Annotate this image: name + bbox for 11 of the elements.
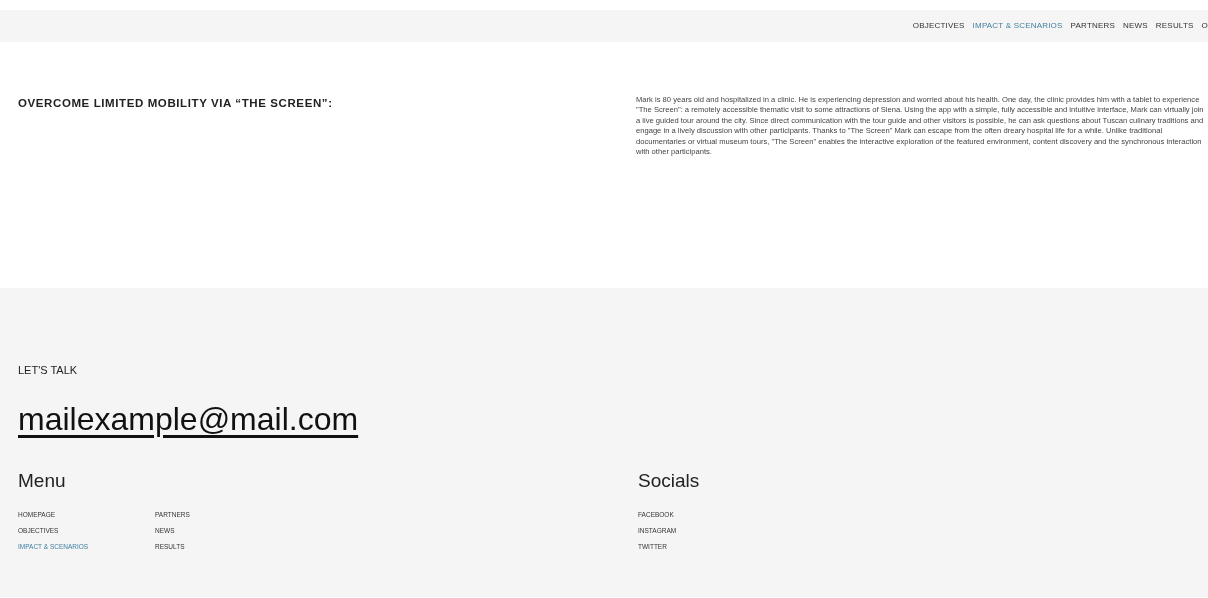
email-link[interactable]: mailexample@mail.com xyxy=(18,394,359,443)
menu-heading: Menu xyxy=(18,468,67,493)
socials-heading: Socials xyxy=(638,468,700,493)
lets-talk-label: LET'S TALK xyxy=(18,363,79,378)
nav-link[interactable]: IMPACT & SCENARIOS xyxy=(972,20,1063,32)
nav-link[interactable]: PARTNERS xyxy=(1070,20,1116,32)
nav-link[interactable]: OBJECTIVES xyxy=(912,20,965,32)
section-title: OVERCOME LIMITED MOBILITY VIA “THE SCREEN”: xyxy=(18,96,334,111)
nav-link[interactable]: RESULTS xyxy=(1155,20,1194,32)
nav-link[interactable]: NEWS xyxy=(1123,20,1148,32)
nav-link[interactable]: O xyxy=(1201,20,1208,32)
